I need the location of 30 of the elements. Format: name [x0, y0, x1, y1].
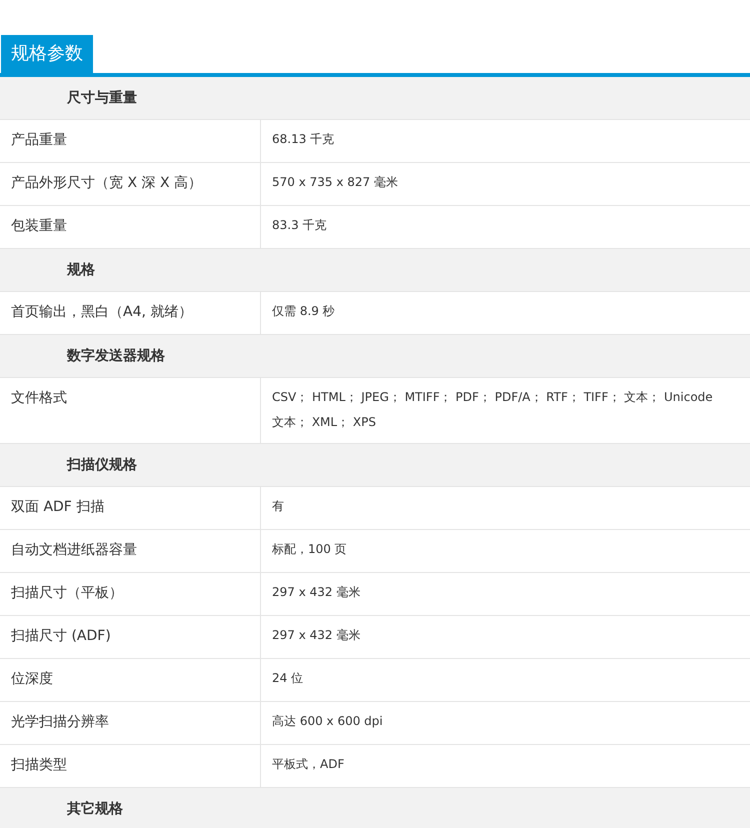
spec-value: 83.3 千克 — [271, 217, 328, 234]
spec-label: 光学扫描分辨率 — [0, 702, 261, 744]
spec-value: 标配，100 页 — [271, 541, 348, 558]
spec-value: 平板式，ADF — [271, 756, 346, 773]
section-tab[interactable]: 规格参数 — [1, 35, 93, 73]
spec-label: 扫描尺寸（平板） — [0, 573, 261, 615]
spec-label: 产品外形尺寸（宽 X 深 X 高） — [0, 163, 261, 205]
section-title: 规格 — [67, 261, 95, 279]
spec-label: 位深度 — [0, 659, 261, 701]
spec-value: 24 位 — [271, 670, 304, 687]
spec-label: 产品重量 — [0, 120, 261, 162]
spec-label: 扫描类型 — [0, 745, 261, 787]
section-title: 其它规格 — [67, 800, 123, 818]
spec-label: 扫描尺寸 (ADF) — [0, 616, 261, 658]
spec-value: 有 — [271, 498, 285, 515]
spec-label: 首页输出，黑白（A4, 就绪） — [0, 292, 261, 334]
spec-label: 包装重量 — [0, 206, 261, 248]
section-title: 尺寸与重量 — [67, 89, 137, 107]
spec-value: 297 x 432 毫米 — [271, 584, 362, 601]
section-title: 扫描仪规格 — [67, 456, 137, 474]
spec-value: 仅需 8.9 秒 — [271, 303, 336, 320]
spec-label: 自动文档进纸器容量 — [0, 530, 261, 572]
spec-value: 68.13 千克 — [271, 131, 336, 148]
spec-label: 双面 ADF 扫描 — [0, 487, 261, 529]
spec-value: 高达 600 x 600 dpi — [271, 713, 384, 730]
spec-label: 文件格式 — [0, 378, 261, 443]
section-title: 数字发送器规格 — [67, 347, 165, 365]
spec-value: 297 x 432 毫米 — [271, 627, 362, 644]
spec-value: CSV； HTML； JPEG； MTIFF； PDF； PDF/A； RTF； TIFF； 文本； Unicode 文本； XML； XPS — [271, 389, 714, 431]
spec-value: 570 x 735 x 827 毫米 — [271, 174, 399, 191]
